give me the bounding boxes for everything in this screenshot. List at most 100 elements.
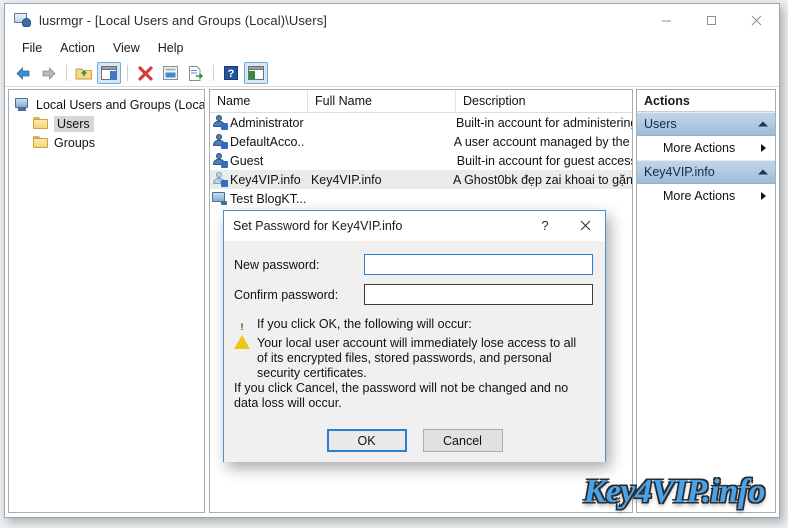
user-description-cell: Built-in account for administering (456, 115, 633, 130)
warning-row: ! If you click OK, the following will oc… (234, 317, 591, 349)
user-name-cell: Key4VIP.info (210, 172, 304, 187)
console-tree-pane: Local Users and Groups (Local) Users Gro… (8, 89, 205, 513)
cancel-note-text: If you click Cancel, the password will n… (234, 381, 569, 410)
user-name-text: Test BlogKT... (230, 191, 307, 206)
user-fullname-cell: Key4VIP.info (310, 172, 382, 187)
tree-item-users[interactable]: Users (15, 114, 204, 133)
folder-icon (33, 136, 49, 149)
window-title: lusrmgr - [Local Users and Groups (Local… (39, 13, 328, 28)
warning-heading: If you click OK, the following will occu… (257, 317, 472, 331)
actions-section-header-key4vip[interactable]: Key4VIP.info (637, 160, 775, 184)
export-list-icon[interactable] (183, 62, 207, 84)
dialog-footer: OK Cancel (224, 429, 605, 452)
action-more-actions-users-label: More Actions (663, 141, 736, 155)
user-icon (212, 153, 228, 168)
confirm-password-row: Confirm password: (234, 284, 593, 305)
tree-item-users-label: Users (54, 115, 94, 132)
chevron-up-icon (758, 121, 768, 127)
dialog-titlebar: Set Password for Key4VIP.info ? (224, 211, 605, 241)
table-row[interactable]: Administrator Built-in account for admin… (210, 113, 632, 132)
new-password-row: New password: (234, 254, 593, 275)
maximize-button[interactable] (689, 4, 734, 36)
menu-view[interactable]: View (104, 39, 149, 58)
table-row[interactable]: Key4VIP.info Key4VIP.info A Ghost0bk đẹp… (210, 170, 632, 189)
toolbar: ? (5, 60, 779, 87)
dialog-help-button[interactable]: ? (525, 211, 565, 240)
menu-action[interactable]: Action (51, 39, 104, 58)
tree-root-label: Local Users and Groups (Local) (36, 97, 205, 112)
column-header-full-name[interactable]: Full Name (308, 90, 456, 112)
action-more-actions-key4vip-label: More Actions (663, 189, 736, 203)
user-icon (212, 134, 228, 149)
user-icon-custom (212, 172, 228, 187)
confirm-password-label: Confirm password: (234, 287, 339, 302)
actions-pane: Actions Users More Actions Key4VIP.info … (636, 89, 776, 513)
menubar: File Action View Help (5, 37, 779, 60)
chevron-up-icon (758, 169, 768, 175)
window-titlebar: lusrmgr - [Local Users and Groups (Local… (5, 4, 779, 37)
user-description-cell: Built-in account for guest access (456, 153, 632, 168)
user-name-text: Administrator (230, 115, 304, 130)
action-more-actions-users[interactable]: More Actions (637, 136, 775, 160)
warning-bang: ! (240, 322, 244, 332)
minimize-button[interactable] (644, 4, 689, 36)
cancel-button[interactable]: Cancel (422, 429, 503, 452)
close-button[interactable] (734, 4, 779, 36)
menu-help[interactable]: Help (149, 39, 193, 58)
menu-file[interactable]: File (13, 39, 51, 58)
dialog-title: Set Password for Key4VIP.info (233, 219, 403, 233)
new-password-input[interactable] (364, 254, 593, 275)
toolbar-separator (127, 65, 128, 81)
show-hide-action-pane-icon[interactable] (244, 62, 268, 84)
user-name-text: Key4VIP.info (230, 172, 301, 187)
users-list-rows: Administrator Built-in account for admin… (210, 113, 632, 208)
console-tree: Local Users and Groups (Local) Users Gro… (9, 90, 204, 152)
chevron-right-icon (761, 144, 766, 152)
help-icon[interactable]: ? (219, 62, 243, 84)
warning-body-text: Your local user account will immediately… (257, 336, 577, 380)
table-row[interactable]: Test BlogKT... (210, 189, 632, 208)
delete-icon[interactable] (133, 62, 157, 84)
action-more-actions-key4vip[interactable]: More Actions (637, 184, 775, 208)
new-password-label: New password: (234, 257, 320, 272)
toolbar-separator (66, 65, 67, 81)
properties-icon[interactable] (158, 62, 182, 84)
chevron-right-icon (761, 192, 766, 200)
dialog-body: New password: Confirm password: ! If you… (224, 241, 605, 462)
dialog-close-button[interactable] (565, 211, 605, 240)
tree-item-groups-label: Groups (54, 135, 95, 150)
actions-section-header-users[interactable]: Users (637, 112, 775, 136)
actions-pane-title: Actions (637, 90, 775, 112)
user-name-cell: Guest (210, 153, 305, 168)
list-column-headers: Name Full Name Description (210, 90, 632, 113)
show-hide-console-tree-icon[interactable] (97, 62, 121, 84)
table-row[interactable]: DefaultAcco... A user account managed by… (210, 132, 632, 151)
warning-triangle-icon: ! (234, 318, 250, 349)
column-header-name[interactable]: Name (210, 90, 308, 112)
user-name-cell: Administrator (210, 115, 305, 130)
window-controls (644, 4, 779, 37)
svg-text:?: ? (228, 68, 235, 80)
user-name-cell: Test BlogKT... (210, 191, 308, 206)
dialog-controls: ? (525, 211, 605, 240)
actions-section-users-label: Users (644, 117, 677, 131)
user-icon (212, 115, 228, 130)
tree-item-groups[interactable]: Groups (15, 133, 204, 152)
forward-icon[interactable] (36, 62, 60, 84)
user-name-text: DefaultAcco... (230, 134, 305, 149)
user-description-cell: A Ghost0bk đẹp zai khoai to gặn . (452, 172, 632, 187)
mmc-console-icon (14, 12, 31, 29)
set-password-dialog: Set Password for Key4VIP.info ? New pass… (223, 210, 606, 462)
screen-root: lusrmgr - [Local Users and Groups (Local… (0, 0, 788, 528)
toolbar-separator (213, 65, 214, 81)
up-folder-icon[interactable] (72, 62, 96, 84)
ok-button[interactable]: OK (326, 429, 407, 452)
tree-root-local-users-and-groups[interactable]: Local Users and Groups (Local) (15, 95, 204, 114)
user-description-cell: A user account managed by the s (453, 134, 632, 149)
actions-section-key4vip-label: Key4VIP.info (644, 165, 715, 179)
table-row[interactable]: Guest Built-in account for guest access (210, 151, 632, 170)
confirm-password-input[interactable] (364, 284, 593, 305)
column-header-description[interactable]: Description (456, 90, 632, 112)
back-icon[interactable] (11, 62, 35, 84)
user-name-cell: DefaultAcco... (210, 134, 304, 149)
